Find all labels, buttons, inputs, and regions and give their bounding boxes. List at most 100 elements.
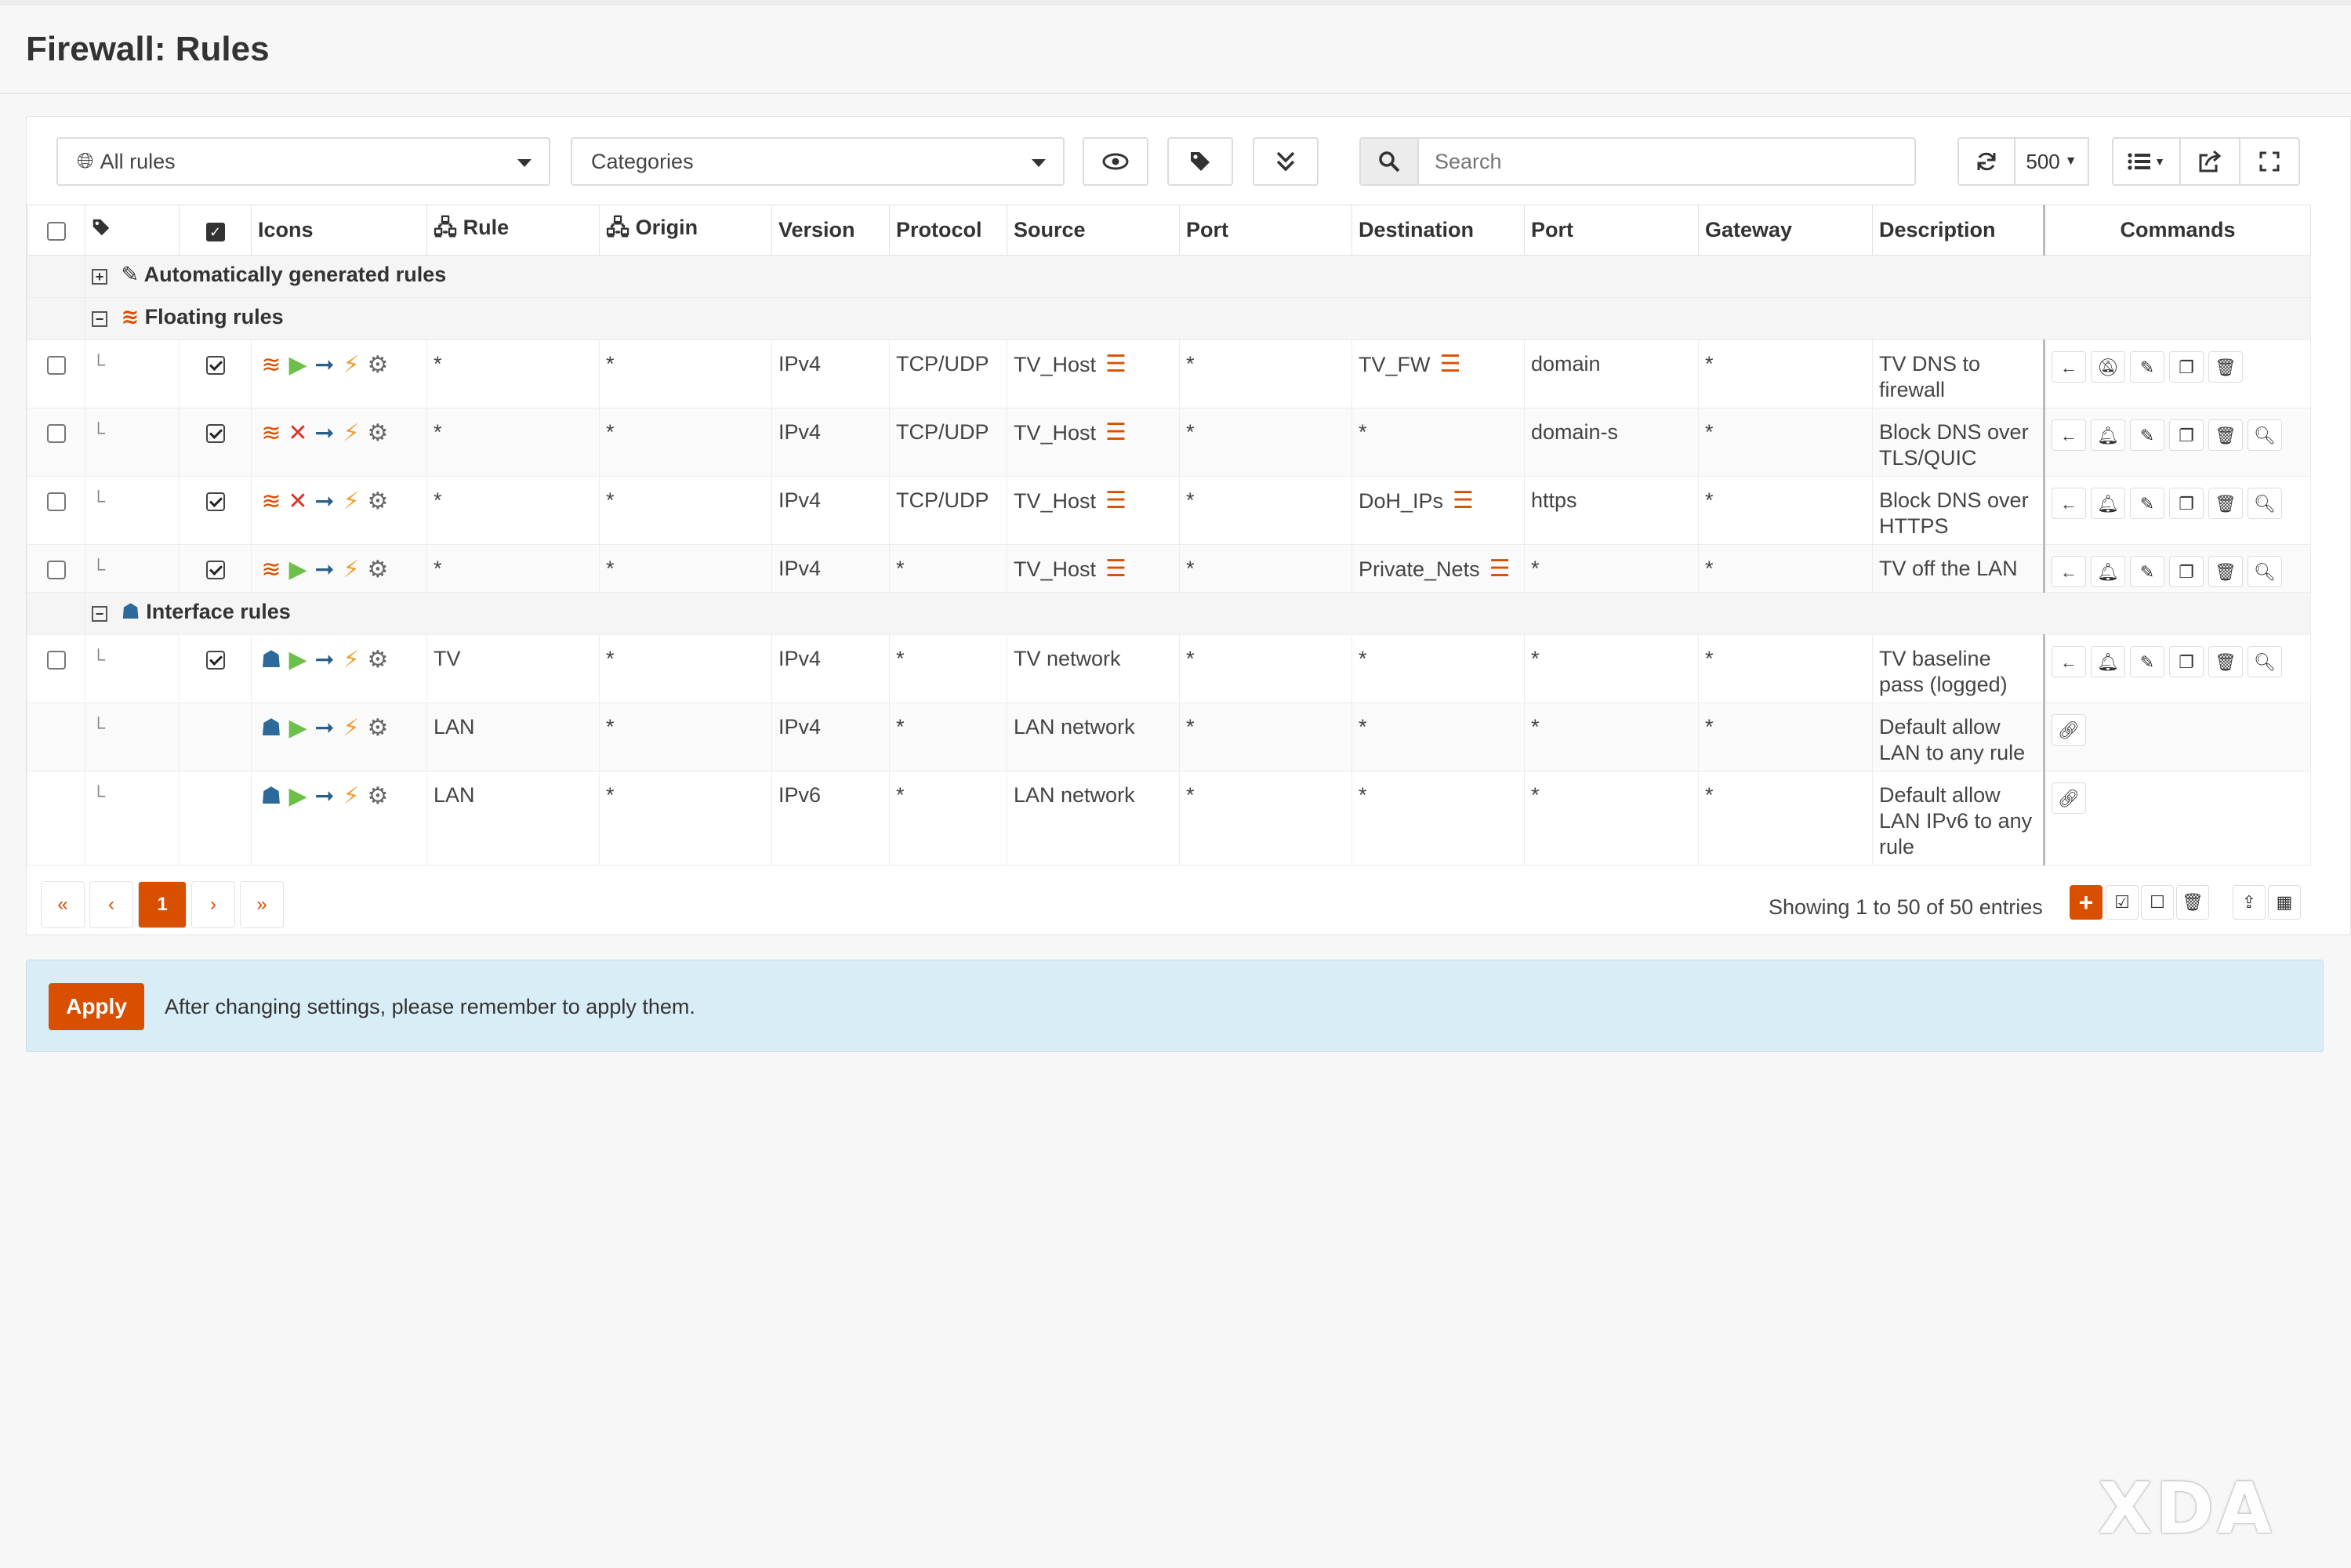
search-icon[interactable] [1361, 139, 1419, 184]
alias-list-icon[interactable]: ☰ [1105, 351, 1127, 377]
log-toggle-button[interactable]: 🔔︎ [2091, 488, 2125, 519]
categories-select[interactable]: Categories [571, 137, 1065, 186]
table-row[interactable]: └ ≋ ▶ ➞ ⚡︎ ⚙︎ * * IPv4 * TV_Host ☰ * Private_… [27, 544, 2311, 593]
refresh-button[interactable] [1957, 137, 2015, 186]
col-version[interactable]: Version [771, 205, 890, 256]
table-row[interactable]: └ ≋ ✕ ➞ ⚡︎ ⚙︎ * * IPv4 TCP/UDP TV_Host ☰ * * … [27, 408, 2311, 477]
view-toggle-button[interactable] [1083, 137, 1148, 186]
enabled-toggle[interactable] [205, 423, 225, 443]
inspect-button[interactable]: 🔍︎ [2248, 646, 2282, 677]
col-rule[interactable]: 🖧︎ Rule [426, 205, 600, 256]
table-row[interactable]: └ ☗ ▶ ➞ ⚡︎ ⚙︎ LAN * IPv6 * LAN network * * *… [27, 771, 2311, 866]
search-input[interactable] [1419, 139, 1914, 184]
group-row-floating[interactable]: − ≋ Floating rules [27, 297, 2311, 340]
group-row-auto[interactable]: + ✎︎ Automatically generated rules [27, 255, 2311, 298]
table-row[interactable]: └ ≋ ▶ ➞ ⚡︎ ⚙︎ * * IPv4 TCP/UDP TV_Host ☰ * TV… [27, 339, 2311, 408]
clone-button[interactable]: ❐ [2169, 556, 2204, 587]
clone-button[interactable]: ❐ [2169, 488, 2204, 519]
prev-page-button[interactable]: ‹ [89, 881, 133, 928]
inspect-button[interactable]: 🔍︎ [2248, 419, 2282, 451]
edit-button[interactable]: ✎ [2130, 556, 2164, 587]
alias-list-icon[interactable]: ☰ [1105, 556, 1127, 582]
enabled-toggle[interactable] [205, 560, 225, 579]
block-icon[interactable]: ✕ [285, 488, 311, 514]
group-row-interface[interactable]: − ☗ Interface rules [27, 592, 2311, 635]
expand-plus-icon[interactable]: + [92, 269, 107, 285]
page-size-select[interactable]: 500 ▼ [2014, 137, 2089, 186]
log-toggle-button[interactable]: 🔔︎ [2091, 419, 2125, 451]
expand-all-button[interactable] [1253, 137, 1319, 186]
disable-selected-button[interactable]: ☐ [2141, 885, 2174, 920]
fullscreen-button[interactable] [2239, 137, 2300, 186]
alias-list-icon[interactable]: ☰ [1105, 419, 1127, 445]
log-toggle-button[interactable]: 🔔︎ [2091, 556, 2125, 587]
delete-button[interactable]: 🗑︎ [2208, 488, 2243, 519]
move-before-button[interactable]: ← [2052, 351, 2086, 383]
col-origin[interactable]: 🖧︎ Origin [599, 205, 772, 256]
move-before-button[interactable]: ← [2052, 419, 2086, 451]
alias-list-icon[interactable]: ☰ [1440, 351, 1461, 377]
pass-icon[interactable]: ▶ [285, 352, 311, 378]
last-page-button[interactable]: » [240, 881, 284, 928]
export-button[interactable] [2179, 137, 2240, 186]
move-before-button[interactable]: ← [2052, 556, 2086, 587]
col-description[interactable]: Description [1872, 205, 2045, 256]
enabled-toggle[interactable] [205, 492, 225, 511]
tag-filter-button[interactable] [1167, 137, 1233, 186]
col-destination[interactable]: Destination [1351, 205, 1525, 256]
first-page-button[interactable]: « [41, 881, 85, 928]
edit-button[interactable]: ✎ [2130, 488, 2164, 519]
edit-button[interactable]: ✎ [2130, 351, 2164, 383]
delete-selected-button[interactable]: 🗑︎ [2176, 885, 2209, 920]
apply-button[interactable]: Apply [49, 983, 144, 1030]
delete-button[interactable]: 🗑︎ [2208, 646, 2243, 677]
pass-icon[interactable]: ▶ [285, 647, 311, 673]
alias-list-icon[interactable]: ☰ [1453, 488, 1474, 514]
col-protocol[interactable]: Protocol [889, 205, 1007, 256]
block-icon[interactable]: ✕ [285, 420, 311, 446]
table-row[interactable]: └ ☗ ▶ ➞ ⚡︎ ⚙︎ TV * IPv4 * TV network * * * *… [27, 634, 2311, 703]
page-button-current[interactable]: 1 [138, 881, 187, 928]
col-destination-port[interactable]: Port [1524, 205, 1699, 256]
delete-button[interactable]: 🗑︎ [2208, 419, 2243, 451]
table-view-button[interactable]: ▦ [2268, 885, 2301, 920]
inspect-button[interactable]: 🔍︎ [2248, 556, 2282, 587]
collapse-minus-icon[interactable]: − [92, 311, 107, 327]
edit-button[interactable]: ✎ [2130, 419, 2164, 451]
log-toggle-button[interactable]: 🔔︎ [2091, 646, 2125, 677]
move-before-button[interactable]: ← [2052, 488, 2086, 519]
clone-button[interactable]: ❐ [2169, 351, 2204, 383]
link-button[interactable]: 🔗︎ [2052, 782, 2086, 814]
enabled-toggle[interactable] [205, 650, 225, 670]
link-button[interactable]: 🔗︎ [2052, 714, 2086, 746]
delete-button[interactable]: 🗑︎ [2208, 556, 2243, 587]
col-gateway[interactable]: Gateway [1698, 205, 1873, 256]
inspect-button[interactable]: 🔍︎ [2248, 488, 2282, 519]
rules-filter-select[interactable]: 🌐︎ All rules [56, 137, 550, 186]
pass-icon[interactable]: ▶ [285, 557, 311, 583]
enable-selected-button[interactable]: ☑ [2106, 885, 2139, 920]
delete-button[interactable]: 🗑︎ [2208, 351, 2243, 383]
clone-button[interactable]: ❐ [2169, 646, 2204, 677]
enabled-toggle[interactable] [205, 355, 225, 375]
row-checkbox[interactable] [46, 355, 66, 375]
alias-list-icon[interactable]: ☰ [1105, 488, 1127, 514]
add-rule-button[interactable]: + [2070, 885, 2102, 920]
edit-button[interactable]: ✎ [2130, 646, 2164, 677]
move-before-button[interactable]: ← [2052, 646, 2086, 677]
col-source-port[interactable]: Port [1179, 205, 1352, 256]
row-checkbox[interactable] [46, 492, 66, 511]
col-icons[interactable]: Icons [251, 205, 427, 256]
columns-button[interactable]: ▼ [2112, 137, 2181, 186]
select-all-checkbox[interactable] [46, 221, 66, 241]
alias-list-icon[interactable]: ☰ [1489, 556, 1511, 582]
upload-button[interactable]: ⇪ [2233, 885, 2266, 920]
row-checkbox[interactable] [46, 650, 66, 670]
table-row[interactable]: └ ☗ ▶ ➞ ⚡︎ ⚙︎ LAN * IPv4 * LAN network * * *… [27, 702, 2311, 771]
row-checkbox[interactable] [46, 560, 66, 579]
table-row[interactable]: └ ≋ ✕ ➞ ⚡︎ ⚙︎ * * IPv4 TCP/UDP TV_Host ☰ * Do… [27, 476, 2311, 545]
collapse-minus-icon[interactable]: − [92, 606, 107, 622]
col-source[interactable]: Source [1007, 205, 1180, 256]
row-checkbox[interactable] [46, 423, 66, 443]
clone-button[interactable]: ❐ [2169, 419, 2204, 451]
